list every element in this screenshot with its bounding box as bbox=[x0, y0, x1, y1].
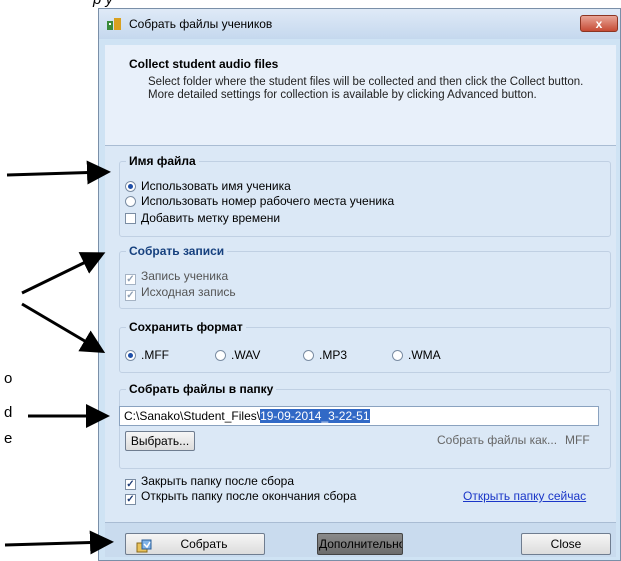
folder-path-input[interactable]: C:\Sanako\Student_Files\19-09-2014_3-22-… bbox=[119, 406, 599, 426]
title-bar[interactable]: Собрать файлы учеников x bbox=[99, 9, 620, 39]
left-mark-2: d bbox=[4, 404, 13, 421]
format-group: Сохранить формат bbox=[119, 320, 611, 373]
checkbox[interactable] bbox=[125, 213, 136, 224]
radio-button[interactable] bbox=[215, 350, 226, 361]
source-record-checkbox[interactable]: ✓ Исходная запись bbox=[125, 285, 236, 301]
collect-as-value: MFF bbox=[565, 433, 590, 447]
advanced-button[interactable]: Дополнительно bbox=[317, 533, 403, 555]
format-wma-radio[interactable]: .WMA bbox=[392, 348, 441, 362]
dialog-body: Collect student audio files Select folde… bbox=[105, 45, 616, 557]
app-icon bbox=[107, 18, 121, 30]
checkbox-checked[interactable]: ✓ bbox=[125, 494, 136, 505]
folder-path-selected: 19-09-2014_3-22-51 bbox=[260, 409, 370, 423]
arrow-collect bbox=[4, 530, 114, 555]
timestamp-checkbox[interactable]: Добавить метку времени bbox=[125, 211, 280, 225]
radio-button[interactable] bbox=[303, 350, 314, 361]
format-group-title: Сохранить формат bbox=[126, 320, 246, 334]
arrow-format bbox=[21, 302, 106, 354]
folder-path-prefix: C:\Sanako\Student_Files\ bbox=[124, 409, 261, 423]
radio-button[interactable] bbox=[125, 196, 136, 207]
collect-as-label: Собрать файлы как... bbox=[437, 433, 558, 447]
radio-workstation-number[interactable]: Использовать номер рабочего места ученик… bbox=[125, 194, 394, 208]
open-folder-now-link[interactable]: Открыть папку сейчас bbox=[463, 489, 586, 503]
collect-button-label: Собрать bbox=[180, 537, 228, 551]
checkbox-checked[interactable]: ✓ bbox=[125, 274, 136, 285]
format-wav-radio[interactable]: .WAV bbox=[215, 348, 260, 362]
folder-group: Собрать файлы в папку bbox=[119, 382, 611, 469]
dialog-footer: Собрать Дополнительно Close bbox=[105, 522, 616, 557]
top-text-fragment: р у bbox=[93, 0, 113, 8]
radio-button[interactable] bbox=[392, 350, 403, 361]
left-mark-1: о bbox=[4, 370, 13, 387]
radio-button-selected[interactable] bbox=[125, 350, 136, 361]
close-folder-label: Закрыть папку после сбора bbox=[141, 474, 295, 488]
format-mff-radio[interactable]: .MFF bbox=[125, 348, 169, 362]
timestamp-checkbox-label: Добавить метку времени bbox=[141, 211, 281, 225]
close-button[interactable]: Close bbox=[521, 533, 611, 555]
collect-button[interactable]: Собрать bbox=[125, 533, 265, 555]
format-mp3-label: .MP3 bbox=[319, 348, 348, 362]
format-mp3-radio[interactable]: .MP3 bbox=[303, 348, 347, 362]
close-window-button[interactable]: x bbox=[580, 15, 618, 32]
radio-button-selected[interactable] bbox=[125, 181, 136, 192]
collect-icon bbox=[136, 539, 152, 553]
close-folder-checkbox[interactable]: ✓ Закрыть папку после сбора bbox=[125, 474, 294, 490]
open-folder-checkbox[interactable]: ✓ Открыть папку после окончания сбора bbox=[125, 489, 356, 505]
arrow-file-name bbox=[6, 160, 111, 185]
header-description: Select folder where the student files wi… bbox=[148, 76, 584, 101]
format-wma-label: .WMA bbox=[408, 348, 441, 362]
file-name-group-title: Имя файла bbox=[126, 154, 199, 168]
collect-files-dialog: Собрать файлы учеников x Collect student… bbox=[98, 8, 621, 561]
format-wav-label: .WAV bbox=[231, 348, 261, 362]
header-panel: Collect student audio files Select folde… bbox=[105, 45, 616, 145]
open-folder-label: Открыть папку после окончания сбора bbox=[141, 489, 357, 503]
radio-student-name[interactable]: Использовать имя ученика bbox=[125, 179, 291, 193]
checkbox-checked[interactable]: ✓ bbox=[125, 290, 136, 301]
header-divider bbox=[105, 145, 616, 146]
radio-student-name-label: Использовать имя ученика bbox=[141, 179, 291, 193]
source-record-label: Исходная запись bbox=[141, 285, 236, 299]
left-mark-3: e bbox=[4, 430, 13, 447]
student-record-label: Запись ученика bbox=[141, 269, 229, 283]
header-title: Collect student audio files bbox=[129, 57, 279, 71]
arrow-records bbox=[21, 252, 106, 295]
folder-group-title: Собрать файлы в папку bbox=[126, 382, 277, 396]
student-record-checkbox[interactable]: ✓ Запись ученика bbox=[125, 269, 228, 285]
records-group-title: Собрать записи bbox=[126, 244, 228, 258]
window-title: Собрать файлы учеников bbox=[129, 17, 273, 31]
format-mff-label: .MFF bbox=[141, 348, 169, 362]
browse-button[interactable]: Выбрать... bbox=[125, 431, 195, 451]
radio-workstation-number-label: Использовать номер рабочего места ученик… bbox=[141, 194, 395, 208]
